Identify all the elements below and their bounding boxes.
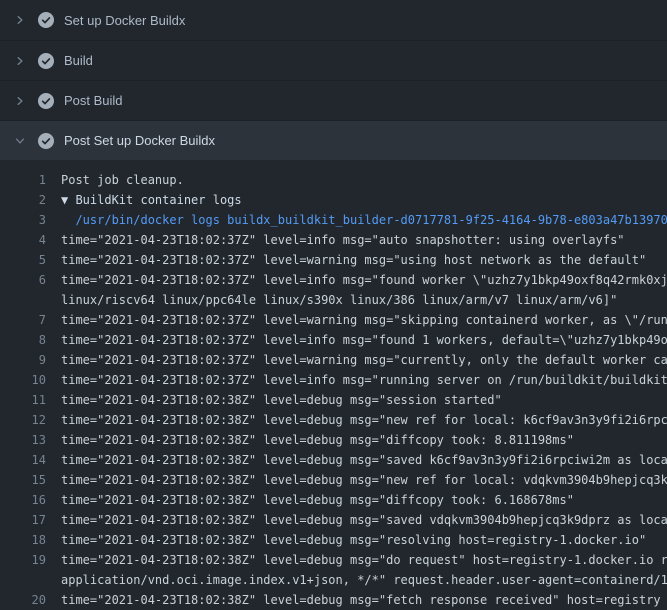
check-circle-icon xyxy=(38,93,54,109)
chevron-icon[interactable] xyxy=(12,12,28,28)
log-line-text: time="2021-04-23T18:02:38Z" level=debug … xyxy=(61,550,667,570)
log-line-number[interactable]: 12 xyxy=(0,410,61,430)
log-line-number[interactable]: 13 xyxy=(0,430,61,450)
log-line[interactable]: 2 ▼ BuildKit container logs xyxy=(0,190,667,210)
log-line[interactable]: 1 Post job cleanup. xyxy=(0,170,667,190)
log-line-number[interactable]: 8 xyxy=(0,330,61,350)
log-line-text: time="2021-04-23T18:02:37Z" level=info m… xyxy=(61,370,667,390)
step-label: Set up Docker Buildx xyxy=(64,13,185,28)
log-line[interactable]: 15 time="2021-04-23T18:02:38Z" level=deb… xyxy=(0,470,667,490)
log-line[interactable]: 18 time="2021-04-23T18:02:38Z" level=deb… xyxy=(0,530,667,550)
log-line-number[interactable] xyxy=(0,570,61,590)
log-line[interactable]: 20 time="2021-04-23T18:02:38Z" level=deb… xyxy=(0,590,667,610)
log-line-text: time="2021-04-23T18:02:38Z" level=debug … xyxy=(61,590,667,610)
log-line[interactable]: 16 time="2021-04-23T18:02:38Z" level=deb… xyxy=(0,490,667,510)
log-line-text: linux/riscv64 linux/ppc64le linux/s390x … xyxy=(61,290,667,310)
log-line-text: Post job cleanup. xyxy=(61,170,667,190)
log-line-text: time="2021-04-23T18:02:37Z" level=info m… xyxy=(61,230,667,250)
log-line-text: time="2021-04-23T18:02:38Z" level=debug … xyxy=(61,470,667,490)
log-line-number[interactable]: 2 xyxy=(0,190,61,210)
check-circle-icon xyxy=(38,12,54,28)
log-line-text: time="2021-04-23T18:02:38Z" level=debug … xyxy=(61,490,667,510)
log-line-text: time="2021-04-23T18:02:38Z" level=debug … xyxy=(61,410,667,430)
log-line[interactable]: 7 time="2021-04-23T18:02:37Z" level=warn… xyxy=(0,310,667,330)
log-line[interactable]: 12 time="2021-04-23T18:02:38Z" level=deb… xyxy=(0,410,667,430)
log-line-text: time="2021-04-23T18:02:38Z" level=debug … xyxy=(61,450,667,470)
log-line[interactable]: application/vnd.oci.image.index.v1+json,… xyxy=(0,570,667,590)
log-line[interactable]: 10 time="2021-04-23T18:02:37Z" level=inf… xyxy=(0,370,667,390)
log-line[interactable]: 6 time="2021-04-23T18:02:37Z" level=info… xyxy=(0,270,667,290)
log-line-number[interactable]: 15 xyxy=(0,470,61,490)
log-line-command[interactable]: 3 /usr/bin/docker logs buildx_buildkit_b… xyxy=(0,210,667,230)
log-line[interactable]: 5 time="2021-04-23T18:02:37Z" level=warn… xyxy=(0,250,667,270)
workflow-log-panel: Set up Docker Buildx Build P xyxy=(0,0,667,610)
log-line-number[interactable]: 16 xyxy=(0,490,61,510)
step-header[interactable]: Set up Docker Buildx xyxy=(0,0,667,40)
step-header[interactable]: Post Set up Docker Buildx xyxy=(0,120,667,160)
log-line[interactable]: 8 time="2021-04-23T18:02:37Z" level=info… xyxy=(0,330,667,350)
log-line-number[interactable]: 9 xyxy=(0,350,61,370)
log-area: 1 Post job cleanup. 2 ▼ BuildKit contain… xyxy=(0,160,667,610)
log-line-text: time="2021-04-23T18:02:37Z" level=warnin… xyxy=(61,310,667,330)
log-line-text: time="2021-04-23T18:02:38Z" level=debug … xyxy=(61,430,667,450)
log-line-text: time="2021-04-23T18:02:38Z" level=debug … xyxy=(61,530,667,550)
log-line-text: time="2021-04-23T18:02:38Z" level=debug … xyxy=(61,510,667,530)
log-line-number[interactable]: 11 xyxy=(0,390,61,410)
log-line-number[interactable]: 3 xyxy=(0,210,61,230)
step-label: Post Set up Docker Buildx xyxy=(64,133,215,148)
log-line-text: time="2021-04-23T18:02:37Z" level=warnin… xyxy=(61,350,667,370)
log-line-text: time="2021-04-23T18:02:37Z" level=warnin… xyxy=(61,250,667,270)
step-label: Build xyxy=(64,53,93,68)
steps-list: Set up Docker Buildx Build P xyxy=(0,0,667,160)
check-circle-icon xyxy=(38,53,54,69)
log-line-text: application/vnd.oci.image.index.v1+json,… xyxy=(61,570,667,590)
log-line-number[interactable]: 7 xyxy=(0,310,61,330)
log-line[interactable]: 9 time="2021-04-23T18:02:37Z" level=warn… xyxy=(0,350,667,370)
log-line-text: time="2021-04-23T18:02:38Z" level=debug … xyxy=(61,390,667,410)
log-line-text: time="2021-04-23T18:02:37Z" level=info m… xyxy=(61,270,667,290)
log-line[interactable]: 14 time="2021-04-23T18:02:38Z" level=deb… xyxy=(0,450,667,470)
chevron-icon[interactable] xyxy=(12,133,28,149)
log-line-number[interactable]: 14 xyxy=(0,450,61,470)
log-line[interactable]: linux/riscv64 linux/ppc64le linux/s390x … xyxy=(0,290,667,310)
log-line-number[interactable]: 5 xyxy=(0,250,61,270)
log-line-number[interactable]: 20 xyxy=(0,590,61,610)
chevron-icon[interactable] xyxy=(12,53,28,69)
log-line-number[interactable]: 18 xyxy=(0,530,61,550)
step-header[interactable]: Post Build xyxy=(0,80,667,120)
log-line[interactable]: 11 time="2021-04-23T18:02:38Z" level=deb… xyxy=(0,390,667,410)
log-line-text[interactable]: ▼ BuildKit container logs xyxy=(61,190,667,210)
log-line-number[interactable]: 10 xyxy=(0,370,61,390)
log-line-number[interactable]: 1 xyxy=(0,170,61,190)
step-label: Post Build xyxy=(64,93,123,108)
check-circle-icon xyxy=(38,133,54,149)
log-line-text: /usr/bin/docker logs buildx_buildkit_bui… xyxy=(61,210,667,230)
step-header[interactable]: Build xyxy=(0,40,667,80)
log-line-number[interactable] xyxy=(0,290,61,310)
log-line-number[interactable]: 17 xyxy=(0,510,61,530)
log-line-text: time="2021-04-23T18:02:37Z" level=info m… xyxy=(61,330,667,350)
log-line-number[interactable]: 4 xyxy=(0,230,61,250)
log-line-number[interactable]: 19 xyxy=(0,550,61,570)
log-line[interactable]: 13 time="2021-04-23T18:02:38Z" level=deb… xyxy=(0,430,667,450)
log-line[interactable]: 19 time="2021-04-23T18:02:38Z" level=deb… xyxy=(0,550,667,570)
log-line[interactable]: 17 time="2021-04-23T18:02:38Z" level=deb… xyxy=(0,510,667,530)
log-line-number[interactable]: 6 xyxy=(0,270,61,290)
log-line[interactable]: 4 time="2021-04-23T18:02:37Z" level=info… xyxy=(0,230,667,250)
chevron-icon[interactable] xyxy=(12,93,28,109)
